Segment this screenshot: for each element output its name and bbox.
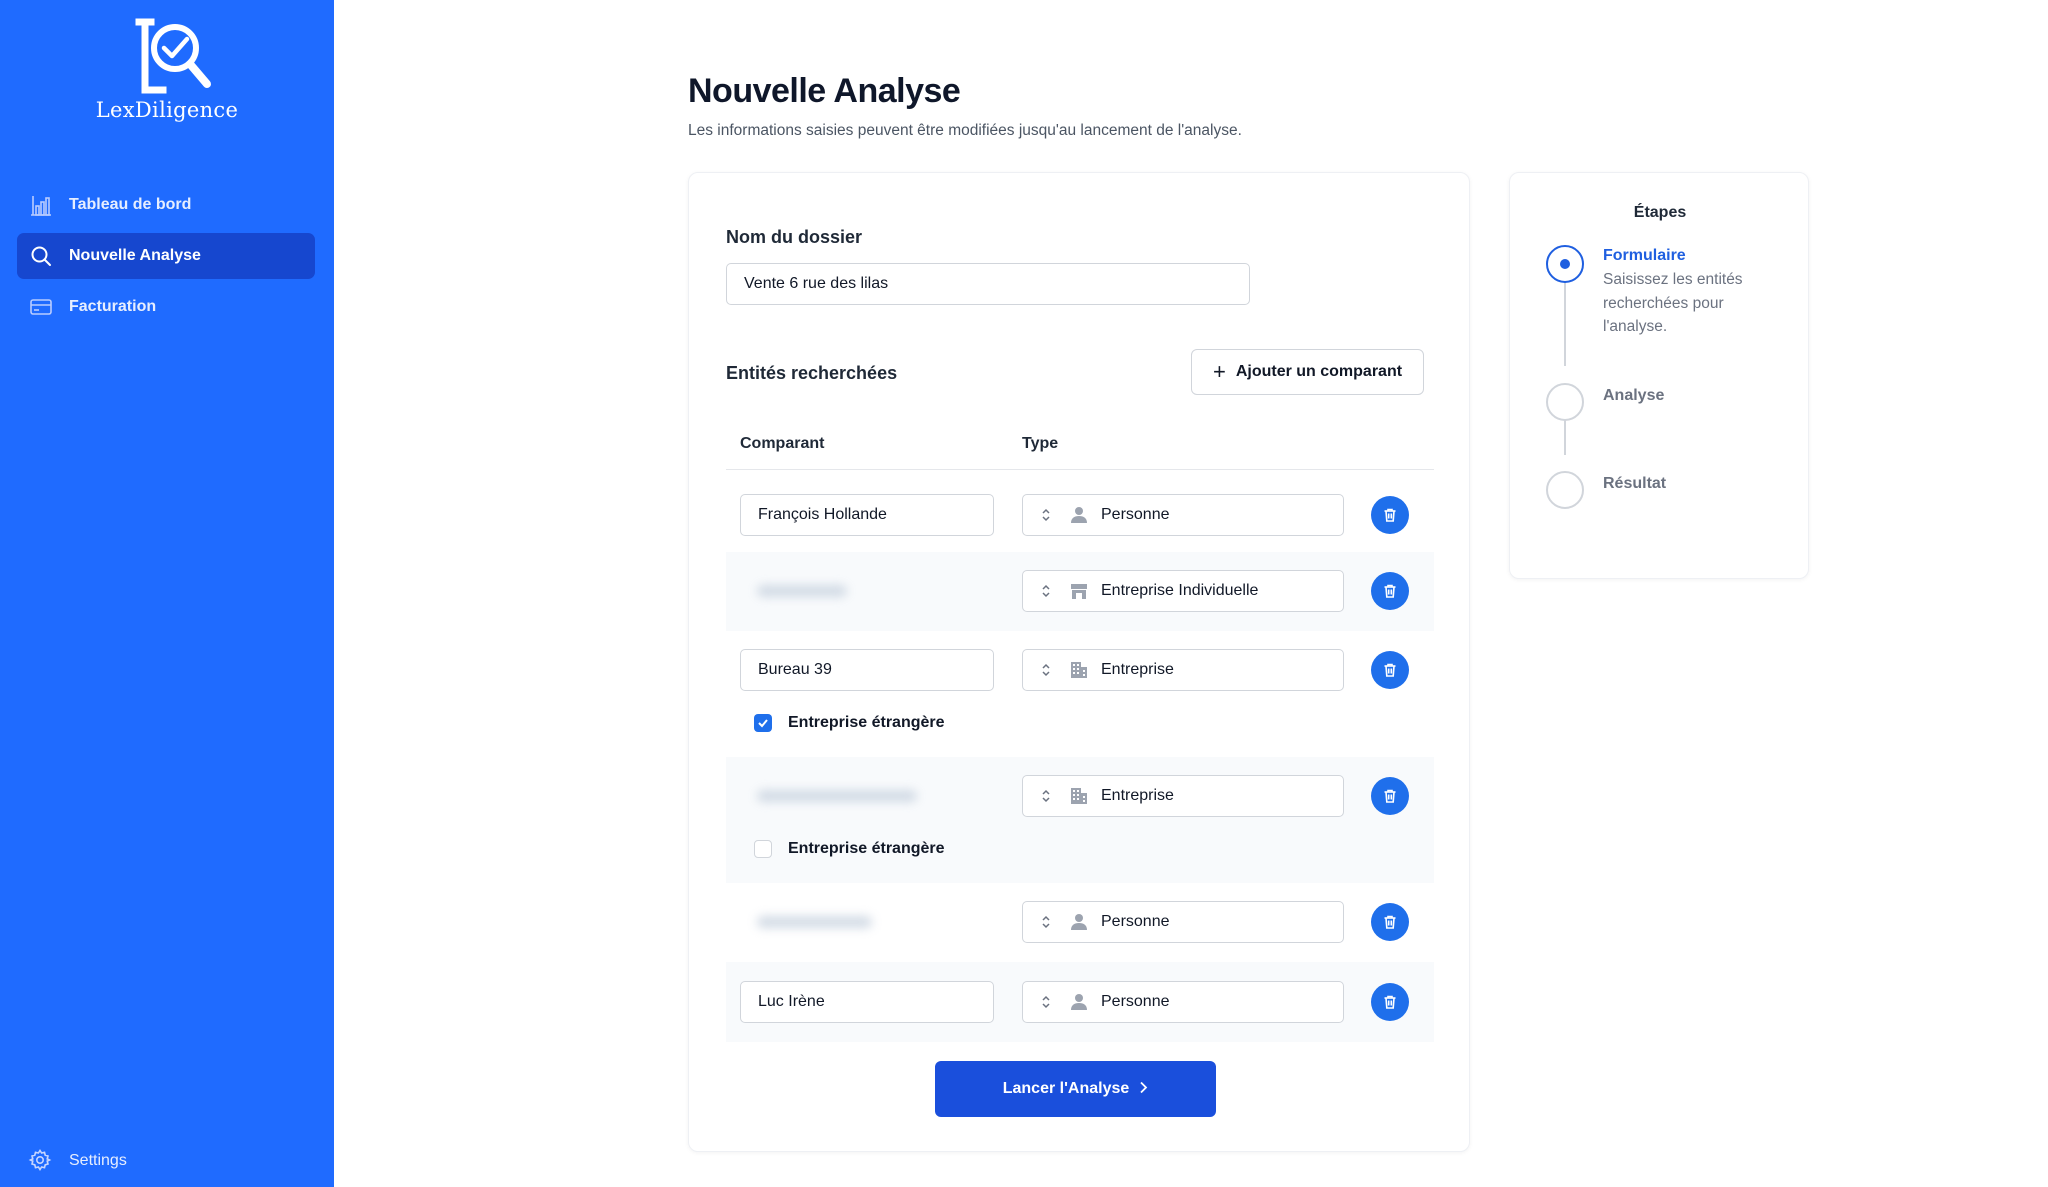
trash-icon <box>1384 663 1396 677</box>
step-indicator-analyse[interactable] <box>1546 383 1584 421</box>
type-select[interactable]: Personne <box>1022 981 1344 1023</box>
person-icon <box>1069 992 1089 1012</box>
person-icon <box>1069 505 1089 525</box>
sidebar-nav: Tableau de bord Nouvelle Analyse Factura… <box>17 182 315 335</box>
column-header-type: Type <box>1022 435 1059 452</box>
folder-name-input[interactable] <box>726 263 1250 305</box>
sidebar-item-nouvelle-analyse[interactable]: Nouvelle Analyse <box>17 233 315 279</box>
comparant-name-input[interactable] <box>740 649 994 691</box>
step-name-resultat: Résultat <box>1603 475 1667 492</box>
step-name-formulaire: Formulaire <box>1603 247 1686 264</box>
type-select[interactable]: Personne <box>1022 901 1344 943</box>
table-row: Personne <box>726 962 1434 1042</box>
entities-section-title: Entités recherchées <box>726 363 898 383</box>
type-select[interactable]: Entreprise <box>1022 649 1344 691</box>
chart-icon <box>28 192 54 218</box>
type-select[interactable]: Entreprise Individuelle <box>1022 570 1344 612</box>
select-chevron-icon <box>1023 663 1069 677</box>
plus-icon: + <box>1212 359 1226 384</box>
type-select-value: Personne <box>1101 913 1170 930</box>
foreign-company-option: Entreprise étrangère <box>754 714 945 732</box>
select-chevron-icon <box>1023 789 1069 803</box>
storefront-icon <box>1069 581 1089 601</box>
delete-row-button[interactable] <box>1371 496 1409 534</box>
sidebar-item-label: Facturation <box>69 298 157 315</box>
search-icon <box>28 243 54 269</box>
delete-row-button[interactable] <box>1371 903 1409 941</box>
trash-icon <box>1384 995 1396 1009</box>
select-chevron-icon <box>1023 584 1069 598</box>
trash-icon <box>1384 789 1396 803</box>
type-select-value: Entreprise <box>1101 661 1174 678</box>
building-icon <box>1069 786 1089 806</box>
steps-title: Étapes <box>1633 204 1687 221</box>
trash-icon <box>1384 915 1396 929</box>
sidebar-item-facturation[interactable]: Facturation <box>17 284 315 330</box>
logo[interactable]: LexDiligence <box>0 18 334 122</box>
select-chevron-icon <box>1023 915 1069 929</box>
add-comparant-label: Ajouter un comparant <box>1235 363 1403 380</box>
foreign-company-option: Entreprise étrangère <box>754 840 945 858</box>
step-indicator-resultat[interactable] <box>1546 471 1584 509</box>
sidebar: LexDiligence Tableau de bord Nouvelle An… <box>0 0 334 1187</box>
launch-analysis-button[interactable]: Lancer l'Analyse <box>935 1061 1216 1117</box>
select-chevron-icon <box>1023 508 1069 522</box>
table-row: Personne <box>726 478 1434 552</box>
settings-link[interactable]: Settings <box>28 1148 127 1174</box>
page-title: Nouvelle Analyse <box>688 72 961 110</box>
type-select-value: Entreprise Individuelle <box>1101 582 1259 599</box>
folder-name-label: Nom du dossier <box>726 227 863 247</box>
step-indicator-formulaire[interactable] <box>1546 245 1584 283</box>
select-chevron-icon <box>1023 995 1069 1009</box>
delete-row-button[interactable] <box>1371 572 1409 610</box>
delete-row-button[interactable] <box>1371 983 1409 1021</box>
gear-icon <box>28 1148 54 1174</box>
table-row: Entreprise Entreprise étrangère <box>726 757 1434 883</box>
launch-analysis-label: Lancer l'Analyse <box>1002 1080 1130 1097</box>
person-icon <box>1069 912 1089 932</box>
chevron-right-icon <box>1139 1081 1148 1098</box>
delete-row-button[interactable] <box>1371 777 1409 815</box>
table-row: Personne <box>726 883 1434 962</box>
type-select-value: Personne <box>1101 993 1170 1010</box>
column-header-comparant: Comparant <box>740 435 825 452</box>
sidebar-item-label: Tableau de bord <box>69 196 192 213</box>
analysis-form-card: Nom du dossier Entités recherchées + Ajo… <box>688 172 1470 1152</box>
credit-card-icon <box>28 294 54 320</box>
step-name-analyse: Analyse <box>1603 387 1665 404</box>
logo-mark-icon <box>135 18 211 94</box>
check-icon <box>758 719 768 728</box>
foreign-company-checkbox[interactable] <box>754 840 772 858</box>
type-select[interactable]: Personne <box>1022 494 1344 536</box>
type-select-value: Entreprise <box>1101 787 1174 804</box>
redacted-name <box>740 570 994 612</box>
foreign-company-checkbox[interactable] <box>754 714 772 732</box>
trash-icon <box>1384 584 1396 598</box>
steps-panel: Étapes Formulaire Saisissez les entités … <box>1509 172 1809 579</box>
foreign-company-label: Entreprise étrangère <box>788 840 945 857</box>
type-select-value: Personne <box>1101 506 1170 523</box>
type-select[interactable]: Entreprise <box>1022 775 1344 817</box>
sidebar-item-tableau-de-bord[interactable]: Tableau de bord <box>17 182 315 228</box>
redacted-name <box>740 775 994 817</box>
table-divider <box>726 469 1434 470</box>
step-description-formulaire: Saisissez les entités recherchées pour l… <box>1603 271 1743 335</box>
sidebar-item-label: Nouvelle Analyse <box>69 247 201 264</box>
trash-icon <box>1384 508 1396 522</box>
logo-text: LexDiligence <box>95 98 239 122</box>
comparant-name-input[interactable] <box>740 981 994 1023</box>
page-subtitle: Les informations saisies peuvent être mo… <box>688 122 1242 139</box>
table-row: Entreprise Individuelle <box>726 552 1434 631</box>
delete-row-button[interactable] <box>1371 651 1409 689</box>
comparant-name-input[interactable] <box>740 494 994 536</box>
building-icon <box>1069 660 1089 680</box>
foreign-company-label: Entreprise étrangère <box>788 714 945 731</box>
table-row: Entreprise Entreprise étrangère <box>726 631 1434 757</box>
redacted-name <box>740 901 994 943</box>
settings-label: Settings <box>69 1152 127 1169</box>
add-comparant-button[interactable]: + Ajouter un comparant <box>1191 349 1424 395</box>
